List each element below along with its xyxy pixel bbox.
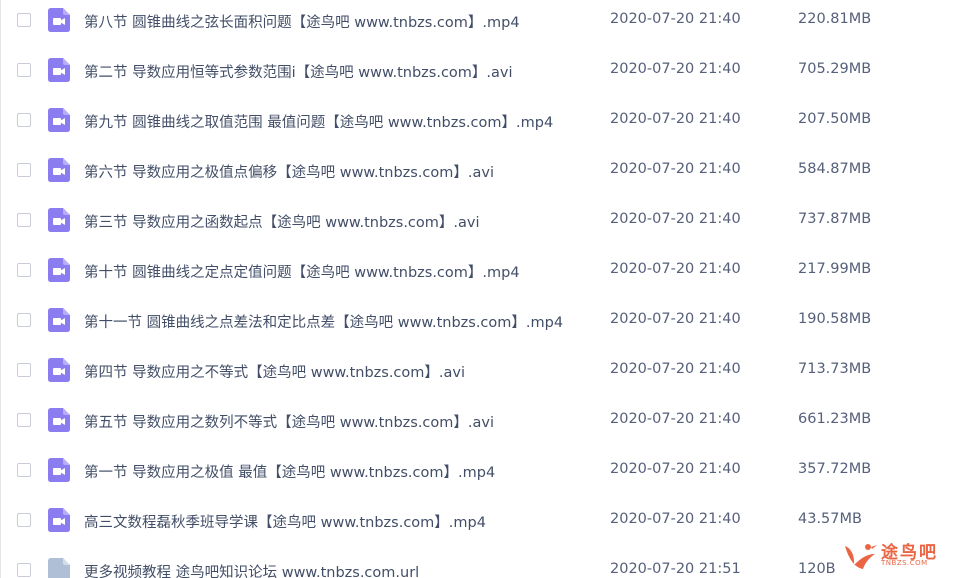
video-file-icon: [48, 408, 70, 432]
file-name[interactable]: 第一节 导数应用之极值 最值【途鸟吧 www.tnbzs.com】.mp4: [84, 461, 495, 482]
link-file-icon: [48, 558, 70, 578]
file-row[interactable]: 第四节 导数应用之不等式【途鸟吧 www.tnbzs.com】.avi 2020-…: [0, 346, 957, 396]
file-row[interactable]: 第一节 导数应用之极值 最值【途鸟吧 www.tnbzs.com】.mp4 202…: [0, 446, 957, 496]
file-name[interactable]: 第四节 导数应用之不等式【途鸟吧 www.tnbzs.com】.avi: [84, 361, 465, 382]
file-modified-date: 2020-07-20 21:40: [610, 411, 741, 427]
file-size: 190.58MB: [798, 311, 872, 327]
video-file-icon: [48, 458, 70, 482]
file-size: 737.87MB: [798, 211, 872, 227]
file-row[interactable]: 第五节 导数应用之数列不等式【途鸟吧 www.tnbzs.com】.avi 202…: [0, 396, 957, 446]
file-modified-date: 2020-07-20 21:40: [610, 61, 741, 77]
file-name[interactable]: 第十一节 圆锥曲线之点差法和定比点差【途鸟吧 www.tnbzs.com】.mp…: [84, 311, 563, 332]
file-name[interactable]: 第二节 导数应用恒等式参数范围i【途鸟吧 www.tnbzs.com】.avi: [84, 61, 513, 82]
row-checkbox[interactable]: [17, 113, 31, 127]
file-name[interactable]: 更多视频教程 途鸟吧知识论坛 www.tnbzs.com.url: [84, 561, 419, 578]
file-size: 220.81MB: [798, 11, 872, 27]
watermark: 途鸟吧 TNBZS.COM: [841, 536, 949, 574]
file-modified-date: 2020-07-20 21:51: [610, 561, 741, 577]
file-size: 357.72MB: [798, 461, 872, 477]
row-checkbox[interactable]: [17, 13, 31, 27]
file-modified-date: 2020-07-20 21:40: [610, 361, 741, 377]
file-name[interactable]: 第九节 圆锥曲线之取值范围 最值问题【途鸟吧 www.tnbzs.com】.mp…: [84, 111, 553, 132]
row-checkbox[interactable]: [17, 213, 31, 227]
file-size: 713.73MB: [798, 361, 872, 377]
video-file-icon: [48, 358, 70, 382]
file-name[interactable]: 第五节 导数应用之数列不等式【途鸟吧 www.tnbzs.com】.avi: [84, 411, 494, 432]
file-size: 207.50MB: [798, 111, 872, 127]
video-file-icon: [48, 158, 70, 182]
file-modified-date: 2020-07-20 21:40: [610, 111, 741, 127]
file-row[interactable]: 第二节 导数应用恒等式参数范围i【途鸟吧 www.tnbzs.com】.avi 2…: [0, 46, 957, 96]
file-size: 584.87MB: [798, 161, 872, 177]
file-modified-date: 2020-07-20 21:40: [610, 461, 741, 477]
file-browser: 第八节 圆锥曲线之弦长面积问题【途鸟吧 www.tnbzs.com】.mp4 20…: [0, 0, 957, 578]
watermark-subtitle: TNBZS.COM: [881, 559, 928, 567]
row-checkbox[interactable]: [17, 413, 31, 427]
file-row[interactable]: 第十一节 圆锥曲线之点差法和定比点差【途鸟吧 www.tnbzs.com】.mp…: [0, 296, 957, 346]
file-name[interactable]: 高三文数程磊秋季班导学课【途鸟吧 www.tnbzs.com】.mp4: [84, 511, 486, 532]
row-checkbox[interactable]: [17, 463, 31, 477]
row-checkbox[interactable]: [17, 563, 31, 577]
row-checkbox[interactable]: [17, 363, 31, 377]
file-name[interactable]: 第三节 导数应用之函数起点【途鸟吧 www.tnbzs.com】.avi: [84, 211, 480, 232]
file-name[interactable]: 第八节 圆锥曲线之弦长面积问题【途鸟吧 www.tnbzs.com】.mp4: [84, 11, 520, 32]
file-row[interactable]: 第八节 圆锥曲线之弦长面积问题【途鸟吧 www.tnbzs.com】.mp4 20…: [0, 0, 957, 46]
video-file-icon: [48, 208, 70, 232]
video-file-icon: [48, 308, 70, 332]
file-modified-date: 2020-07-20 21:40: [610, 311, 741, 327]
row-checkbox[interactable]: [17, 163, 31, 177]
row-checkbox[interactable]: [17, 263, 31, 277]
file-modified-date: 2020-07-20 21:40: [610, 211, 741, 227]
file-size: 661.23MB: [798, 411, 872, 427]
file-modified-date: 2020-07-20 21:40: [610, 161, 741, 177]
video-file-icon: [48, 58, 70, 82]
file-row[interactable]: 第三节 导数应用之函数起点【途鸟吧 www.tnbzs.com】.avi 2020…: [0, 196, 957, 246]
file-row[interactable]: 高三文数程磊秋季班导学课【途鸟吧 www.tnbzs.com】.mp4 2020-…: [0, 496, 957, 546]
row-checkbox[interactable]: [17, 63, 31, 77]
file-row[interactable]: 第六节 导数应用之极值点偏移【途鸟吧 www.tnbzs.com】.avi 202…: [0, 146, 957, 196]
file-modified-date: 2020-07-20 21:40: [610, 261, 741, 277]
file-size: 705.29MB: [798, 61, 872, 77]
row-checkbox[interactable]: [17, 313, 31, 327]
file-size: 120B: [798, 561, 836, 577]
video-file-icon: [48, 8, 70, 32]
file-name[interactable]: 第六节 导数应用之极值点偏移【途鸟吧 www.tnbzs.com】.avi: [84, 161, 494, 182]
row-checkbox[interactable]: [17, 513, 31, 527]
file-row[interactable]: 第九节 圆锥曲线之取值范围 最值问题【途鸟吧 www.tnbzs.com】.mp…: [0, 96, 957, 146]
file-row[interactable]: 第十节 圆锥曲线之定点定值问题【途鸟吧 www.tnbzs.com】.mp4 20…: [0, 246, 957, 296]
file-row[interactable]: 更多视频教程 途鸟吧知识论坛 www.tnbzs.com.url 2020-07-…: [0, 546, 957, 578]
video-file-icon: [48, 258, 70, 282]
file-size: 43.57MB: [798, 511, 862, 527]
video-file-icon: [48, 108, 70, 132]
watermark-bird-logo-icon: [845, 544, 877, 569]
file-name[interactable]: 第十节 圆锥曲线之定点定值问题【途鸟吧 www.tnbzs.com】.mp4: [84, 261, 520, 282]
file-size: 217.99MB: [798, 261, 872, 277]
file-modified-date: 2020-07-20 21:40: [610, 511, 741, 527]
file-modified-date: 2020-07-20 21:40: [610, 11, 741, 27]
file-list: 第八节 圆锥曲线之弦长面积问题【途鸟吧 www.tnbzs.com】.mp4 20…: [0, 0, 957, 578]
video-file-icon: [48, 508, 70, 532]
